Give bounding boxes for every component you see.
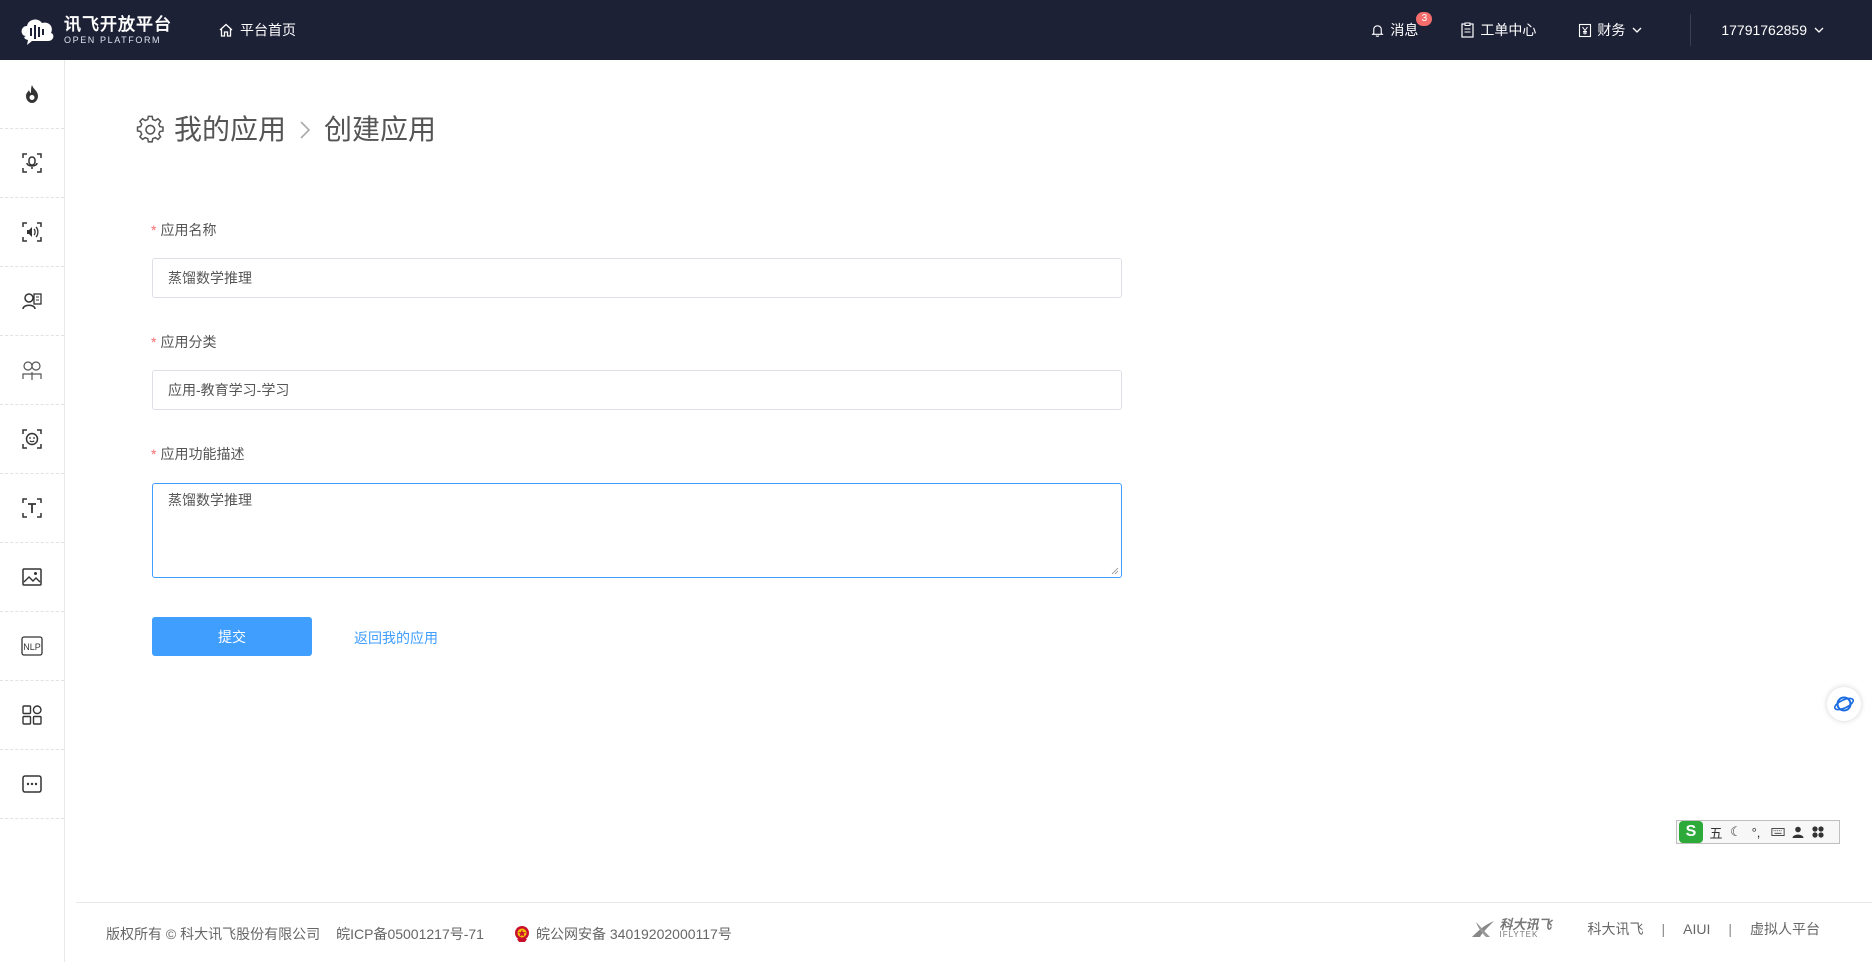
breadcrumb-create-app: 创建应用: [324, 114, 437, 145]
app-description-label-text: 应用功能描述: [160, 446, 245, 462]
footer-police-text: 皖公网安备 34019202000117号: [535, 926, 732, 942]
footer-link-aiui[interactable]: AIUI: [1683, 921, 1710, 937]
fire-icon: [26, 85, 38, 103]
required-mark: *: [151, 222, 157, 238]
logo-en-text: OPEN PLATFORM: [64, 34, 162, 45]
chevron-down-icon: [1814, 27, 1824, 33]
ime-toolbox-icon[interactable]: [1811, 825, 1825, 839]
chevron-down-icon: [1632, 27, 1642, 33]
user-phone-label: 17791762859: [1721, 22, 1807, 38]
floating-assistant-button[interactable]: [1827, 687, 1861, 721]
ime-keyboard-icon[interactable]: [1771, 826, 1785, 838]
app-name-label: * 应用名称: [151, 220, 216, 240]
svg-text:NLP: NLP: [23, 642, 41, 652]
sogou-ime-logo[interactable]: S: [1679, 821, 1703, 843]
app-description-textarea[interactable]: 蒸馏数学推理: [152, 483, 1122, 578]
face-scan-icon: [22, 429, 42, 449]
messages-button[interactable]: 消息 3: [1370, 12, 1433, 40]
sidebar-item-face-scan[interactable]: [0, 405, 64, 474]
back-to-my-apps-link[interactable]: 返回我的应用: [354, 628, 438, 648]
messages-count-badge: 3: [1416, 12, 1433, 26]
required-mark: *: [151, 334, 157, 350]
speech-recognition-icon: [22, 153, 42, 173]
footer-link-iflytek[interactable]: 科大讯飞: [1587, 919, 1643, 939]
sidebar-item-more[interactable]: [0, 750, 64, 819]
ime-user-icon[interactable]: [1791, 825, 1805, 839]
top-navbar: 讯飞开放平台 OPEN PLATFORM 平台首页 消息 3 工单中心 财务 1…: [0, 0, 1872, 60]
nlp-icon: NLP: [21, 636, 43, 656]
footer-left: 版权所有 © 科大讯飞股份有限公司 皖ICP备05001217号-71 皖公网安…: [106, 924, 732, 944]
ime-moon-icon[interactable]: ☾: [1729, 824, 1743, 840]
footer-separator: |: [1728, 920, 1732, 937]
ticket-center-label: 工单中心: [1480, 22, 1537, 38]
sidebar-item-nlp[interactable]: NLP: [0, 612, 64, 681]
police-badge-icon: [514, 926, 529, 942]
platform-logo[interactable]: 讯飞开放平台 OPEN PLATFORM: [18, 14, 178, 46]
ticket-center-button[interactable]: 工单中心: [1460, 20, 1536, 40]
sidebar-item-speech-synthesis[interactable]: [0, 198, 64, 267]
more-icon: [22, 775, 42, 793]
bell-icon: [1371, 24, 1384, 37]
app-description-text: 蒸馏数学推理: [168, 492, 252, 508]
logo-cloud-icon: [18, 14, 58, 46]
app-category-label-text: 应用分类: [160, 334, 217, 350]
clipboard-icon: [1461, 22, 1474, 38]
image-icon: [22, 568, 42, 586]
footer-right: 科大讯飞 IFLYTEK 科大讯飞 | AIUI | 虚拟人平台: [1470, 918, 1820, 939]
sidebar: NLP: [0, 60, 65, 962]
app-description-label: * 应用功能描述: [151, 444, 244, 464]
logo-cn-text: 讯飞开放平台: [64, 14, 172, 34]
apps-grid-icon: [22, 705, 42, 725]
speech-synthesis-icon: [22, 222, 42, 242]
sidebar-item-voice-assistant[interactable]: [0, 267, 64, 336]
footer-link-virtual-human[interactable]: 虚拟人平台: [1750, 919, 1820, 939]
breadcrumb: 我的应用 创建应用: [136, 110, 436, 150]
sidebar-item-hot[interactable]: [0, 60, 64, 129]
sidebar-item-apps[interactable]: [0, 681, 64, 750]
assistant-orbit-icon: [1833, 696, 1855, 712]
yen-doc-icon: [1579, 23, 1592, 37]
platform-home-link[interactable]: 平台首页: [218, 20, 296, 40]
breadcrumb-my-apps[interactable]: 我的应用: [174, 110, 286, 150]
home-link-label: 平台首页: [240, 22, 296, 38]
ime-mode-wubi[interactable]: 五: [1709, 823, 1723, 842]
app-category-select[interactable]: 应用-教育学习-学习: [152, 370, 1122, 410]
voice-assistant-icon: [22, 293, 42, 310]
messages-label: 消息: [1390, 22, 1419, 38]
sidebar-item-text-recognition[interactable]: [0, 474, 64, 543]
topbar-divider: [1690, 14, 1692, 46]
footer-police-record[interactable]: 皖公网安备 34019202000117号: [514, 924, 732, 944]
iflytek-mark-icon: [1472, 920, 1495, 937]
home-icon: [219, 23, 233, 37]
app-category-label: * 应用分类: [151, 332, 216, 352]
ime-punctuation-toggle[interactable]: °,: [1749, 825, 1763, 840]
sidebar-item-face-compare[interactable]: [0, 336, 64, 405]
app-name-label-text: 应用名称: [160, 222, 217, 238]
required-mark: *: [151, 446, 157, 462]
iflytek-logo-en: IFLYTEK: [1499, 930, 1539, 939]
footer-separator: |: [1661, 920, 1666, 937]
sidebar-item-image[interactable]: [0, 543, 64, 612]
text-recognition-icon: [22, 498, 42, 518]
sidebar-item-speech-recognition[interactable]: [0, 129, 64, 198]
face-compare-icon: [22, 361, 42, 380]
user-account-dropdown[interactable]: 17791762859: [1721, 22, 1830, 38]
app-name-input[interactable]: 蒸馏数学推理: [152, 258, 1122, 298]
footer-copyright: 版权所有 © 科大讯飞股份有限公司: [106, 926, 321, 942]
gear-icon: [136, 115, 164, 143]
resize-handle-icon[interactable]: [1111, 567, 1119, 575]
chevron-right-icon: [300, 121, 311, 139]
footer-divider: [76, 902, 1872, 903]
footer-icp-link[interactable]: 皖ICP备05001217号-71: [336, 924, 484, 944]
finance-label: 财务: [1597, 22, 1626, 38]
finance-dropdown[interactable]: 财务: [1578, 20, 1648, 40]
ime-toolbar: S 五 ☾ °,: [1676, 820, 1840, 844]
iflytek-logo: 科大讯飞 IFLYTEK: [1470, 918, 1551, 939]
submit-button[interactable]: 提交: [152, 617, 312, 656]
